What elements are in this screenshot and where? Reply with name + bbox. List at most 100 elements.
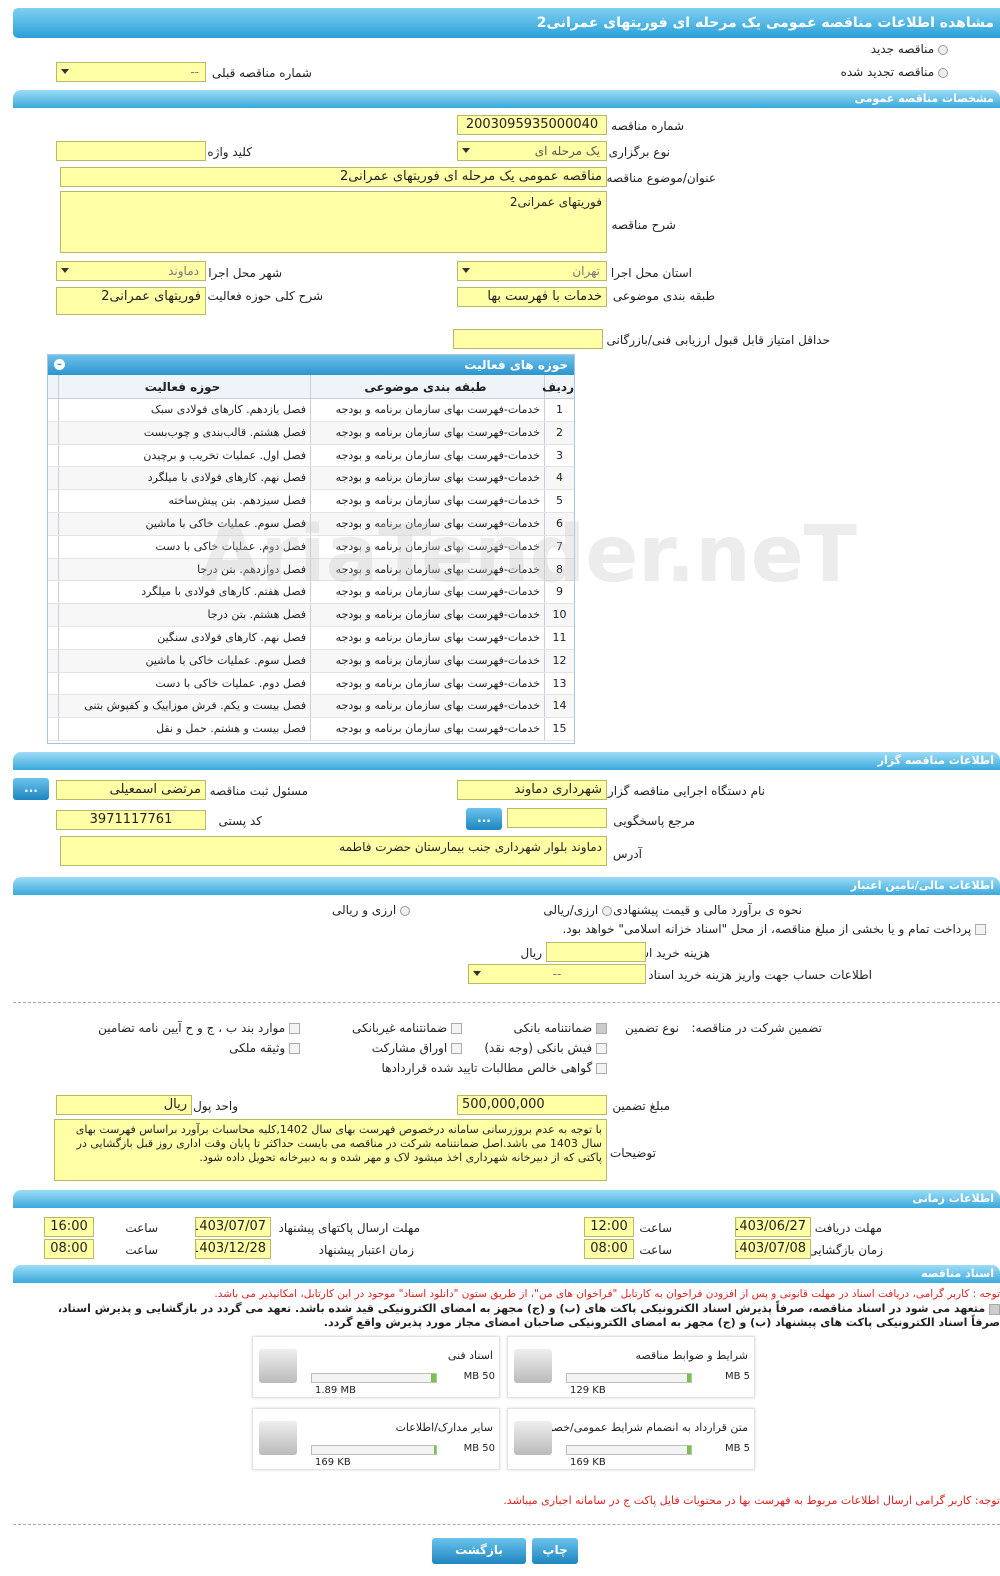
print-button[interactable]: چاپ [532,1538,578,1564]
scope-field[interactable]: فوریتهای عمرانی2 [56,287,206,315]
cell-field: فصل اول. عملیات تخریب و برچیدن [58,444,310,467]
divider [13,1524,1000,1525]
cell-field: فصل بیست و یکم. فرش موزاییک و کفپوش بتنی [58,695,310,718]
amount-field[interactable]: 500,000,000 [457,1095,607,1115]
docs-note: توجه : کاربر گرامی، دریافت اسناد در مهلت… [214,1288,1000,1300]
cell-cat: خدمات-فهرست بهای سازمان برنامه و بودجه [310,718,544,740]
opt-rial-radio[interactable]: ارزی/ریالی [543,903,612,917]
organizer-header: اطلاعات مناقصه گزار [13,752,1000,770]
account-label: اطلاعات حساب جهت واریز هزینه خرید اسناد [648,968,872,982]
subject-field[interactable]: مناقصه عمومی یک مرحله ای فوریتهای عمرانی… [60,167,607,187]
g-opt-bylaw-label: موارد بند ب ، ج و ح آیین نامه تضامین [98,1021,286,1035]
g-opt-bonds[interactable]: اوراق مشارکت [372,1041,462,1055]
collapse-icon[interactable]: – [54,359,65,370]
commit-checkbox[interactable]: متعهد می شود در اسناد مناقصه، صرفاً پذیر… [58,1302,1000,1315]
type-select[interactable]: یک مرحله ای [457,141,607,161]
send-time[interactable]: 16:00 [44,1217,94,1237]
doc-file[interactable]: سایر مدارک/اطلاعات 50 MB 169 KB [252,1408,500,1470]
cell-field: فصل نهم. کارهای فولادی با میلگرد [58,467,310,490]
category-field[interactable]: خدمات با فهرست بها [457,287,607,307]
new-tender-radio[interactable]: مناقصه جدید [871,42,948,56]
notes-label: توضیحات [609,1146,656,1160]
receive-date[interactable]: 1403/06/27 [735,1217,811,1237]
cell-n: 14 [544,695,574,718]
open-date[interactable]: 1403/07/08 [735,1239,811,1259]
folder-icon [514,1421,552,1455]
g-opt-claims[interactable]: گواهی خالص مطالبات تایید شده قراردادها [382,1061,607,1075]
number-field[interactable]: 2003095935000040 [457,115,607,135]
g-opt-bank[interactable]: ضمانتنامه بانکی [513,1021,607,1035]
cell-field: فصل دوم. عملیات خاکی با دست [58,672,310,695]
receive-time[interactable]: 12:00 [584,1217,634,1237]
valid-label: زمان اعتبار پیشنهاد [318,1243,414,1257]
province-select[interactable]: تهران [457,261,607,281]
address-field[interactable]: دماوند بلوار شهرداری جنب بیمارستان حضرت … [60,836,607,866]
back-button[interactable]: بازگشت [432,1538,526,1564]
valid-time[interactable]: 08:00 [44,1239,94,1259]
finance-header: اطلاعات مالی/تامین اعتبار [13,877,1000,895]
timing-header: اطلاعات زمانی [13,1190,1000,1208]
cell-n: 10 [544,604,574,626]
cell-n: 5 [544,490,574,512]
currency-field[interactable]: ریال [56,1095,192,1115]
opt-fx-label: ارزی و ریالی [331,903,397,917]
city-select[interactable]: دماوند [56,261,206,281]
g-opt-cash[interactable]: فیش بانکی (وجه نقد) [484,1041,607,1055]
account-select[interactable]: -- [468,964,646,984]
doc-progress-fill [687,1374,691,1382]
resp-field[interactable]: مرتضی اسمعیلی [56,780,206,800]
watermark: AriaTender.neT [200,510,857,600]
keyword-field[interactable] [56,141,206,161]
payment-text: پرداخت تمام و یا بخشی از مبلغ مناقصه، از… [562,922,972,936]
doc-file[interactable]: اسناد فنی 50 MB 1.89 MB [252,1336,500,1398]
doc-size: 1.89 MB [315,1385,356,1396]
doc-file[interactable]: متن قرارداد به انضمام شرایط عمومی/خصوصی … [507,1408,755,1470]
city-value: دماوند [168,264,199,278]
payment-checkbox[interactable]: پرداخت تمام و یا بخشی از مبلغ مناقصه، از… [562,922,986,936]
ref-more-button[interactable]: ... [466,808,502,830]
send-time-label: ساعت [125,1221,158,1235]
renewed-tender-radio[interactable]: مناقصه تجدید شده [841,65,948,79]
table-row: 13 خدمات-فهرست بهای سازمان برنامه و بودجه… [48,672,574,696]
prev-number-select[interactable]: -- [56,62,206,82]
cell-field: فصل هشتم. قالب‌بندی و چوب‌بست [58,421,310,444]
org-field[interactable]: شهرداری دماوند [457,780,607,800]
doc-size: 169 KB [570,1457,606,1468]
chevron-down-icon [61,69,69,74]
resp-more-button[interactable]: ... [13,778,49,800]
prev-number-label: شماره مناقصه قبلی [212,66,312,80]
address-label: آدرس [612,847,642,861]
general-header: مشخصات مناقصه عمومی [13,90,1000,108]
table-row: 4 خدمات-فهرست بهای سازمان برنامه و بودجه ف… [48,467,574,491]
docs-header: اسناد مناقصه [13,1265,1000,1283]
g-opt-nonbank[interactable]: ضمانتنامه غیربانکی [352,1021,462,1035]
notes-field[interactable]: با توجه به عدم بروزرسانی سامانه درخصوص ف… [54,1119,607,1181]
doc-file-name: شرایط و ضوابط مناقصه [635,1349,749,1362]
doc-cost-field[interactable] [546,942,646,962]
cell-cat: خدمات-فهرست بهای سازمان برنامه و بودجه [310,444,544,467]
valid-date[interactable]: 1403/12/28 [195,1239,271,1259]
open-time[interactable]: 08:00 [584,1239,634,1259]
send-date[interactable]: 1403/07/07 [195,1217,271,1237]
desc-field[interactable]: فوریتهای عمرانی2 [60,191,607,253]
folder-icon [259,1349,297,1383]
new-tender-label: مناقصه جدید [870,42,935,56]
scope-label: شرح کلی حوزه فعالیت [207,289,324,303]
cell-cat: خدمات-فهرست بهای سازمان برنامه و بودجه [310,490,544,512]
g-opt-bank-label: ضمانتنامه بانکی [513,1021,593,1035]
page-title: مشاهده اطلاعات مناقصه عمومی یک مرحله ای … [13,8,1000,38]
g-opt-bylaw[interactable]: موارد بند ب ، ج و ح آیین نامه تضامین [98,1021,300,1035]
table-row: 11 خدمات-فهرست بهای سازمان برنامه و بودجه… [48,626,574,650]
ref-field[interactable] [507,808,607,828]
doc-progress [566,1373,692,1383]
opt-fx-radio[interactable]: ارزی و ریالی [332,903,410,917]
doc-max: 50 MB [463,1371,495,1382]
folder-icon [259,1421,297,1455]
cell-n: 11 [544,626,574,649]
g-opt-property[interactable]: وثیقه ملکی [229,1041,300,1055]
cell-cat: خدمات-فهرست بهای سازمان برنامه و بودجه [310,649,544,672]
postal-field[interactable]: 3971117761 [56,810,206,830]
doc-file[interactable]: شرایط و ضوابط مناقصه 5 MB 129 KB [507,1336,755,1398]
min-score-field[interactable] [453,329,603,349]
activity-title: حوزه های فعالیت [464,358,568,372]
